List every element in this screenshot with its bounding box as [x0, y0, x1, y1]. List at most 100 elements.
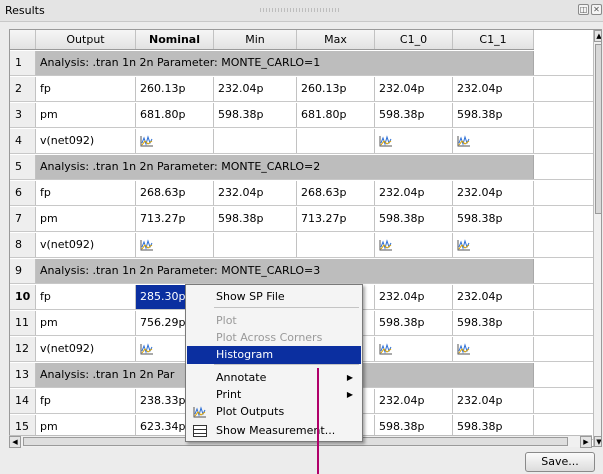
- menu-item-plot-outputs[interactable]: Plot Outputs: [187, 403, 361, 421]
- value-cell[interactable]: 232.04p: [375, 77, 453, 101]
- output-name-cell[interactable]: fp: [36, 389, 136, 413]
- value-cell[interactable]: 598.38p: [214, 103, 297, 127]
- row-number[interactable]: 8: [10, 233, 36, 257]
- row-number[interactable]: 11: [10, 311, 36, 335]
- row-number[interactable]: 7: [10, 207, 36, 231]
- value-cell[interactable]: 268.63p: [297, 181, 375, 205]
- value-cell[interactable]: 598.38p: [375, 103, 453, 127]
- value-cell[interactable]: 232.04p: [375, 285, 453, 309]
- waveform-icon[interactable]: [379, 343, 393, 355]
- output-name-cell[interactable]: fp: [36, 77, 136, 101]
- column-header[interactable]: C1_0: [375, 30, 453, 49]
- output-name-cell[interactable]: pm: [36, 207, 136, 231]
- value-cell[interactable]: 598.38p: [375, 311, 453, 335]
- value-cell[interactable]: 232.04p: [375, 389, 453, 413]
- column-header[interactable]: Nominal: [136, 30, 214, 49]
- restore-icon[interactable]: ◫: [578, 4, 589, 15]
- waveform-icon[interactable]: [379, 135, 393, 147]
- value-cell[interactable]: 232.04p: [453, 389, 534, 413]
- value-cell[interactable]: 681.80p: [136, 103, 214, 127]
- close-icon[interactable]: ✕: [591, 4, 602, 15]
- group-row[interactable]: 5 Analysis: .tran 1n 2n Parameter: MONTE_…: [10, 155, 593, 180]
- value-cell[interactable]: 598.38p: [375, 207, 453, 231]
- row-number[interactable]: 6: [10, 181, 36, 205]
- value-cell[interactable]: [375, 337, 453, 361]
- output-name-cell[interactable]: fp: [36, 285, 136, 309]
- value-cell[interactable]: [453, 233, 534, 257]
- drag-grip[interactable]: [260, 8, 340, 12]
- value-cell[interactable]: 232.04p: [214, 181, 297, 205]
- row-number[interactable]: 13: [10, 363, 36, 387]
- output-name-cell[interactable]: fp: [36, 181, 136, 205]
- vertical-scrollbar[interactable]: ▲ ▼: [593, 30, 601, 446]
- value-cell[interactable]: 268.63p: [136, 181, 214, 205]
- value-cell[interactable]: 232.04p: [453, 77, 534, 101]
- value-cell[interactable]: 232.04p: [214, 77, 297, 101]
- value-cell[interactable]: 598.38p: [453, 311, 534, 335]
- row-number[interactable]: 10: [10, 285, 36, 309]
- row-number[interactable]: 5: [10, 155, 36, 179]
- group-row[interactable]: 9 Analysis: .tran 1n 2n Parameter: MONTE_…: [10, 259, 593, 284]
- row-number[interactable]: 12: [10, 337, 36, 361]
- scroll-down-icon[interactable]: ▼: [594, 436, 601, 446]
- value-cell[interactable]: [375, 233, 453, 257]
- column-header[interactable]: C1_1: [453, 30, 534, 49]
- value-cell[interactable]: [453, 129, 534, 153]
- value-cell[interactable]: 260.13p: [297, 77, 375, 101]
- value-cell[interactable]: 681.80p: [297, 103, 375, 127]
- vertical-scroll-thumb[interactable]: [595, 44, 601, 214]
- table-row[interactable]: 4 v(net092): [10, 129, 593, 154]
- row-number-header[interactable]: [10, 30, 36, 49]
- value-cell[interactable]: 598.38p: [453, 207, 534, 231]
- table-row[interactable]: 3 pm 681.80p 598.38p 681.80p 598.38p 598.38p: [10, 103, 593, 128]
- scroll-right-icon[interactable]: ▶: [580, 436, 592, 448]
- output-name-cell[interactable]: v(net092): [36, 129, 136, 153]
- column-header[interactable]: Min: [214, 30, 297, 49]
- value-cell[interactable]: 598.38p: [453, 103, 534, 127]
- waveform-icon[interactable]: [457, 135, 471, 147]
- table-row[interactable]: 2 fp 260.13p 232.04p 260.13p 232.04p 232.04p: [10, 77, 593, 102]
- value-cell[interactable]: [214, 129, 297, 153]
- output-name-cell[interactable]: pm: [36, 311, 136, 335]
- column-header[interactable]: Output: [36, 30, 136, 49]
- scroll-up-icon[interactable]: ▲: [594, 30, 601, 42]
- value-cell[interactable]: [453, 337, 534, 361]
- menu-item-print[interactable]: Print ▶: [187, 386, 361, 404]
- menu-item-show-measurement[interactable]: Show Measurement...: [187, 422, 361, 440]
- output-name-cell[interactable]: pm: [36, 103, 136, 127]
- waveform-icon[interactable]: [379, 239, 393, 251]
- waveform-icon[interactable]: [140, 343, 154, 355]
- value-cell[interactable]: [214, 233, 297, 257]
- value-cell[interactable]: 260.13p: [136, 77, 214, 101]
- menu-item-histogram[interactable]: Histogram: [187, 346, 361, 364]
- waveform-icon[interactable]: [457, 239, 471, 251]
- table-row[interactable]: 6 fp 268.63p 232.04p 268.63p 232.04p 232.04p: [10, 181, 593, 206]
- value-cell[interactable]: 598.38p: [214, 207, 297, 231]
- row-number[interactable]: 14: [10, 389, 36, 413]
- row-number[interactable]: 3: [10, 103, 36, 127]
- save-button[interactable]: Save...: [525, 452, 595, 472]
- value-cell[interactable]: [297, 129, 375, 153]
- value-cell[interactable]: 232.04p: [375, 181, 453, 205]
- value-cell[interactable]: [136, 233, 214, 257]
- column-header[interactable]: Max: [297, 30, 375, 49]
- value-cell[interactable]: [375, 129, 453, 153]
- menu-item-show-sp-file[interactable]: Show SP File: [187, 288, 361, 306]
- row-number[interactable]: 2: [10, 77, 36, 101]
- menu-item-annotate[interactable]: Annotate ▶: [187, 369, 361, 387]
- output-name-cell[interactable]: v(net092): [36, 233, 136, 257]
- scroll-left-icon[interactable]: ◀: [9, 436, 21, 448]
- row-number[interactable]: 4: [10, 129, 36, 153]
- table-row[interactable]: 7 pm 713.27p 598.38p 713.27p 598.38p 598.38p: [10, 207, 593, 232]
- value-cell[interactable]: 232.04p: [453, 181, 534, 205]
- table-row[interactable]: 8 v(net092): [10, 233, 593, 258]
- value-cell[interactable]: 713.27p: [297, 207, 375, 231]
- waveform-icon[interactable]: [140, 135, 154, 147]
- waveform-icon[interactable]: [457, 343, 471, 355]
- row-number[interactable]: 1: [10, 51, 36, 75]
- value-cell[interactable]: 713.27p: [136, 207, 214, 231]
- waveform-icon[interactable]: [140, 239, 154, 251]
- output-name-cell[interactable]: v(net092): [36, 337, 136, 361]
- value-cell[interactable]: [297, 233, 375, 257]
- value-cell[interactable]: [136, 129, 214, 153]
